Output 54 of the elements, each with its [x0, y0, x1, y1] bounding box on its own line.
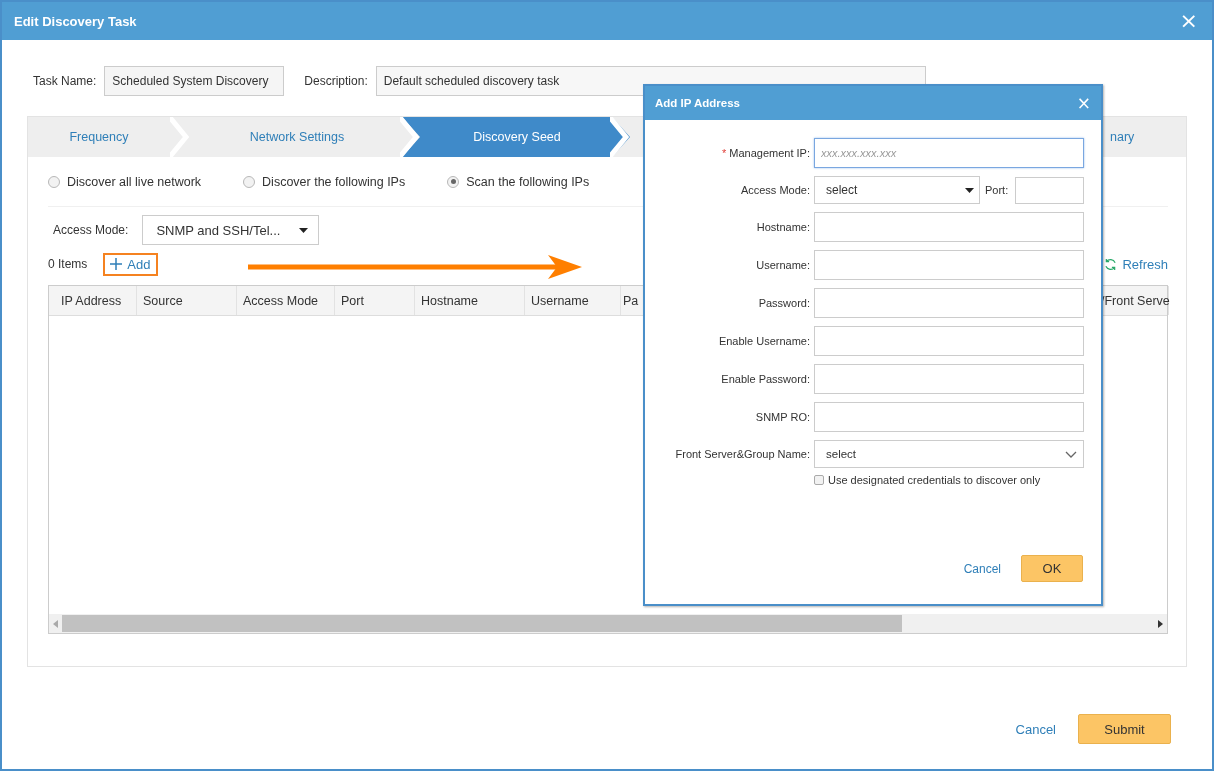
port-field[interactable]: [1015, 176, 1084, 204]
input-field[interactable]: [814, 364, 1084, 394]
caret-icon: [965, 187, 974, 193]
field-label: Username:: [755, 259, 810, 271]
scroll-left-icon[interactable]: [53, 619, 58, 628]
column-header[interactable]: Access Mode: [237, 286, 335, 315]
cancel-button[interactable]: Cancel: [1015, 721, 1056, 737]
field-label: Task Name:: [33, 74, 97, 88]
input-field[interactable]: xxx.xxx.xxx.xxx: [814, 138, 1084, 168]
arrow-icon: [248, 253, 582, 281]
checkbox-label: Use designated credentials to discover only: [828, 474, 1041, 486]
add-button[interactable]: Add: [103, 252, 158, 276]
scroll-right-icon[interactable]: [1158, 619, 1163, 628]
group-select[interactable]: select: [814, 440, 1084, 468]
access-mode-select[interactable]: select: [814, 176, 980, 204]
cancel-button[interactable]: Cancel: [963, 561, 1001, 576]
refresh-icon: [1104, 257, 1118, 271]
column-header[interactable]: IP Address: [49, 286, 137, 315]
field-label: Description:: [304, 74, 368, 88]
field-label: Access Mode:: [53, 223, 129, 237]
chevron-down-icon: [1065, 450, 1077, 458]
checkbox[interactable]: [814, 475, 824, 485]
window-title: Edit Discovery Task: [14, 13, 137, 29]
scroll-thumb[interactable]: [62, 615, 902, 632]
input-field[interactable]: [814, 402, 1084, 432]
checkbox-option[interactable]: Use designated credentials to discover only: [645, 468, 1101, 486]
input-field[interactable]: [814, 212, 1084, 242]
item-count: 0 Items: [48, 257, 88, 271]
plus-icon: [110, 258, 123, 270]
column-header[interactable]: Username: [525, 286, 621, 315]
field-label: Enable Username:: [717, 335, 810, 347]
task-name-field[interactable]: Scheduled System Discovery: [104, 66, 285, 96]
column-header[interactable]: Source: [137, 286, 237, 315]
input-field[interactable]: [814, 288, 1084, 318]
field-label: Password:: [757, 297, 810, 309]
access-mode-select[interactable]: SNMP and SSH/Tel...: [142, 215, 320, 245]
required-mark: *: [722, 147, 727, 159]
field-label: Access Mode:: [739, 184, 810, 196]
field-label: Hostname:: [755, 221, 810, 233]
dialog-title: Add IP Address: [655, 97, 740, 109]
refresh-button[interactable]: Refresh: [1104, 256, 1168, 272]
input-field[interactable]: [814, 326, 1084, 356]
ok-button[interactable]: OK: [1021, 555, 1083, 582]
input-field[interactable]: [814, 250, 1084, 280]
port-label: Port:: [985, 184, 1009, 196]
caret-icon: [299, 227, 309, 233]
field-label: Enable Password:: [720, 373, 810, 385]
column-header[interactable]: Port: [335, 286, 415, 315]
submit-button[interactable]: Submit: [1078, 714, 1171, 744]
scroll-bar[interactable]: [49, 614, 1167, 633]
column-header[interactable]: Hostname: [415, 286, 525, 315]
field-label: * Management IP:: [721, 147, 810, 159]
field-label: SNMP RO:: [754, 411, 810, 423]
field-label: Front Server&Group Name:: [674, 448, 810, 460]
